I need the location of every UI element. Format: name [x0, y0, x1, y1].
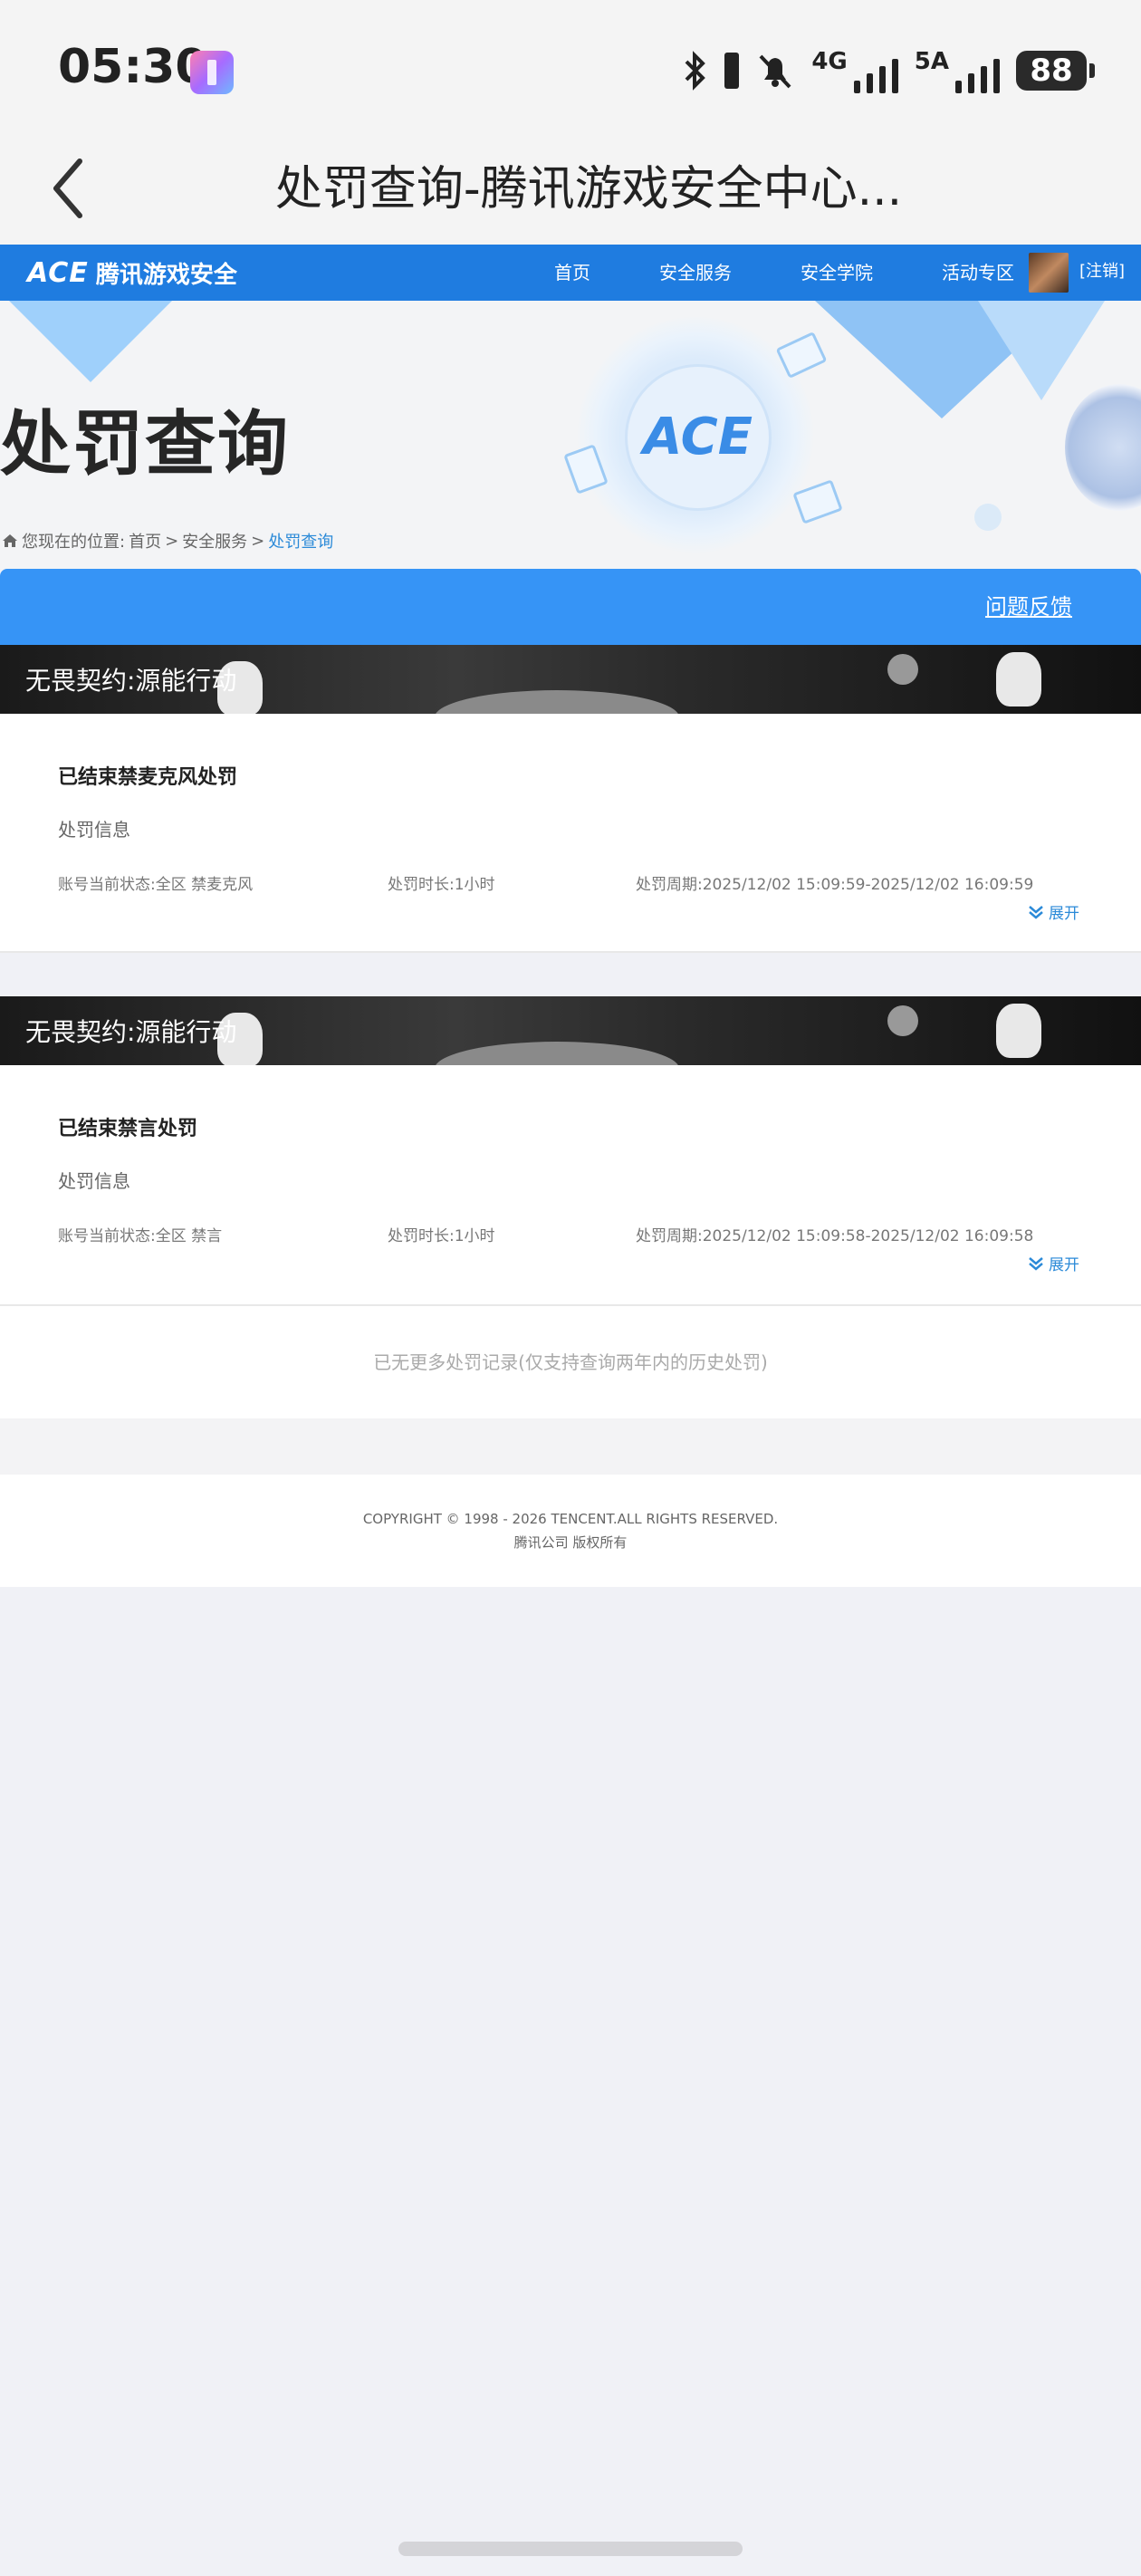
record-title: 已结束禁言处罚: [58, 1118, 198, 1140]
penalty-period: 处罚周期:2025/12/02 15:09:59-2025/12/02 16:0…: [636, 876, 1034, 894]
record-title: 已结束禁麦克风处罚: [58, 766, 238, 789]
feedback-link[interactable]: 问题反馈: [985, 589, 1072, 620]
site-logo[interactable]: ACE 腾讯游戏安全: [27, 255, 237, 290]
expand-label: 展开: [1049, 905, 1079, 923]
page-title: 处罚查询-腾讯游戏安全中心...: [274, 162, 903, 216]
company-rights: 腾讯公司 版权所有: [513, 1534, 628, 1551]
nav-home[interactable]: 首页: [554, 245, 590, 301]
account-status: 账号当前状态:全区 禁麦克风: [58, 876, 254, 894]
astronaut-graphic: [996, 1004, 1041, 1058]
app-notification-icon: [190, 51, 234, 94]
nav-security-services[interactable]: 安全服务: [659, 245, 732, 301]
expand-button[interactable]: 展开: [1027, 900, 1079, 923]
main-nav: 首页 安全服务 安全学院 活动专区: [554, 245, 1083, 301]
breadcrumb: 您现在的位置: 首页 > 安全服务 > 处罚查询: [2, 529, 333, 553]
back-arrow-icon[interactable]: [40, 152, 103, 225]
decor-orb: [974, 504, 1002, 531]
ace-logo-mark: ACE: [27, 256, 89, 289]
breadcrumb-separator: >: [165, 531, 179, 551]
hero-banner: ACE 处罚查询 您现在的位置: 首页 > 安全服务 > 处罚查询: [0, 301, 1141, 569]
expand-label: 展开: [1049, 1256, 1079, 1274]
avatar[interactable]: [1029, 253, 1069, 293]
ace-hero-logo: ACE: [643, 408, 753, 466]
planet-graphic: [887, 1005, 918, 1036]
logout-link[interactable]: [注销]: [1079, 245, 1125, 299]
penalty-period: 处罚周期:2025/12/02 15:09:58-2025/12/02 16:0…: [636, 1227, 1034, 1245]
astronaut-graphic: [996, 652, 1041, 706]
game-banner: 无畏契约:源能行动: [0, 645, 1141, 714]
spaceship-graphic: [435, 690, 679, 714]
spacer: [0, 1418, 1141, 1475]
battery-saver-icon: [724, 53, 740, 89]
no-more-records: 已无更多处罚记录(仅支持查询两年内的历史处罚): [0, 1306, 1141, 1418]
home-indicator[interactable]: [398, 2542, 743, 2556]
logo-text: 腾讯游戏安全: [95, 261, 237, 289]
signal-4g-icon: 4G: [811, 48, 898, 93]
spaceship-graphic: [435, 1042, 679, 1065]
nav-events[interactable]: 活动专区: [942, 245, 1014, 301]
battery-icon: 88: [1016, 51, 1095, 91]
game-name: 无畏契约:源能行动: [25, 666, 237, 696]
penalty-record: 已结束禁言处罚 处罚信息 账号当前状态:全区 禁言 处罚时长:1小时 处罚周期:…: [0, 1065, 1141, 1306]
penalty-duration: 处罚时长:1小时: [388, 1227, 495, 1245]
feedback-bar: 问题反馈: [0, 569, 1141, 645]
double-chevron-down-icon: [1029, 1256, 1043, 1271]
breadcrumb-service[interactable]: 安全服务: [182, 529, 247, 553]
bluetooth-icon: [685, 51, 706, 91]
breadcrumb-home[interactable]: 首页: [129, 529, 161, 553]
breadcrumb-separator: >: [251, 531, 265, 551]
status-icons: 4G 5A 88: [683, 43, 1095, 98]
breadcrumb-current: 处罚查询: [268, 533, 334, 552]
expand-button[interactable]: 展开: [1027, 1252, 1079, 1274]
planet-graphic: [887, 654, 918, 685]
double-chevron-down-icon: [1029, 905, 1043, 919]
home-icon: [3, 534, 17, 547]
clock: 05:30: [58, 40, 208, 94]
breadcrumb-prefix: 您现在的位置:: [22, 533, 126, 552]
mute-bell-icon: [759, 54, 791, 89]
decor-triangle: [978, 301, 1105, 400]
site-header: ACE 腾讯游戏安全 首页 安全服务 安全学院 活动专区 [注销]: [0, 245, 1141, 301]
character-illustration: [1065, 384, 1141, 511]
nav-security-academy[interactable]: 安全学院: [801, 245, 873, 301]
penalty-record: 已结束禁麦克风处罚 处罚信息 账号当前状态:全区 禁麦克风 处罚时长:1小时 处…: [0, 714, 1141, 953]
status-bar: 05:30 4G 5A 88: [0, 0, 1141, 127]
game-name: 无畏契约:源能行动: [25, 1017, 237, 1047]
penalty-duration: 处罚时长:1小时: [388, 876, 495, 894]
record-subtitle: 处罚信息: [58, 819, 130, 841]
hero-title: 处罚查询: [0, 404, 291, 485]
title-bar: 处罚查询-腾讯游戏安全中心...: [0, 127, 1141, 245]
footer: COPYRIGHT © 1998 - 2026 TENCENT.ALL RIGH…: [0, 1475, 1141, 1587]
game-banner: 无畏契约:源能行动: [0, 996, 1141, 1065]
decor-triangle: [9, 301, 172, 382]
copyright: COPYRIGHT © 1998 - 2026 TENCENT.ALL RIGH…: [362, 1511, 779, 1527]
signal-5a-icon: 5A: [915, 48, 1000, 93]
account-status: 账号当前状态:全区 禁言: [58, 1227, 223, 1245]
record-subtitle: 处罚信息: [58, 1170, 130, 1192]
